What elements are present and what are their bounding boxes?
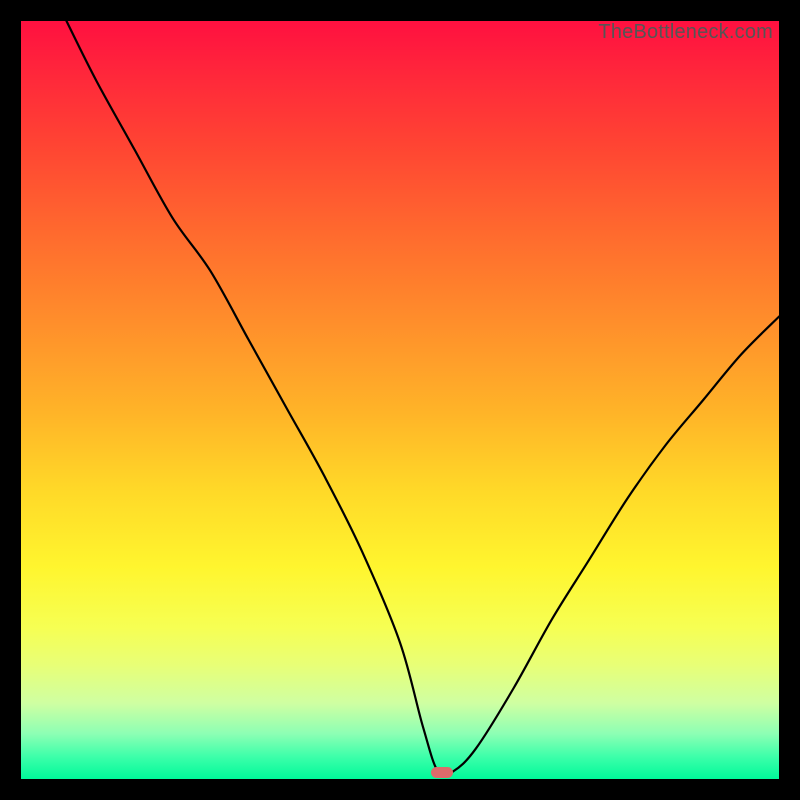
plot-area: TheBottleneck.com [21,21,779,779]
watermark-text: TheBottleneck.com [598,21,773,44]
optimal-marker [431,767,453,778]
chart-frame: TheBottleneck.com [0,0,800,800]
bottleneck-curve [21,21,779,779]
